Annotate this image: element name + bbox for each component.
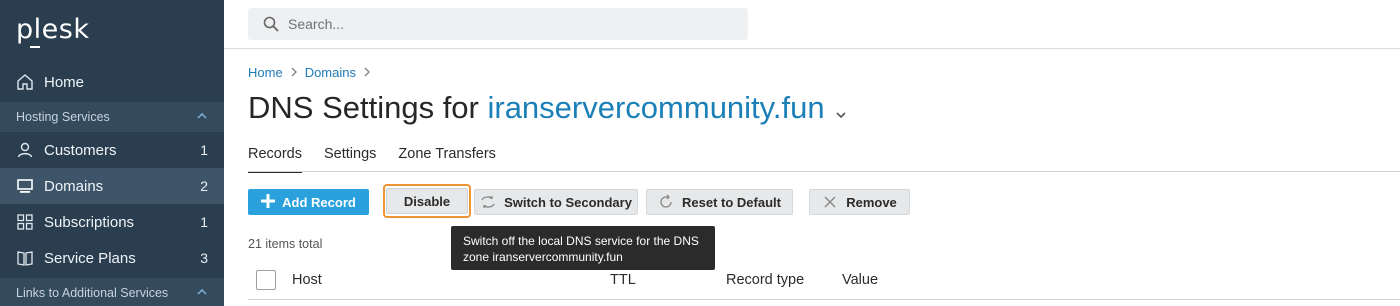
sidebar-item-customers[interactable]: Customers 1 — [0, 132, 224, 168]
chevron-up-icon — [196, 110, 208, 125]
add-record-button[interactable]: Add Record — [248, 189, 369, 215]
remove-button[interactable]: Remove — [809, 189, 910, 215]
grid-icon — [16, 213, 34, 231]
page-title: DNS Settings for iranservercommunity.fun — [248, 90, 847, 128]
sidebar-item-home[interactable]: Home — [0, 64, 224, 100]
sidebar: plesk Home Hosting Services Customers 1 … — [0, 0, 224, 306]
chevron-down-icon[interactable] — [835, 92, 847, 128]
sidebar-item-label: Home — [44, 73, 85, 91]
sidebar-item-subscriptions[interactable]: Subscriptions 1 — [0, 204, 224, 240]
add-record-label: Add Record — [282, 194, 356, 210]
column-header-ttl[interactable]: TTL — [610, 272, 636, 288]
plus-icon — [261, 192, 276, 212]
disable-label: Disable — [403, 193, 451, 209]
sidebar-item-count: 1 — [200, 142, 208, 158]
select-all-checkbox[interactable] — [256, 270, 276, 290]
domain-link[interactable]: iranservercommunity.fun — [487, 90, 824, 125]
plesk-logo[interactable]: plesk — [16, 14, 89, 45]
reset-icon — [658, 194, 674, 210]
tab-records[interactable]: Records — [248, 146, 302, 173]
tabs: Records Settings Zone Transfers — [248, 146, 518, 173]
section-label: Hosting Services — [16, 110, 110, 124]
sidebar-item-domains[interactable]: Domains 2 — [0, 168, 224, 204]
chevron-right-icon — [290, 66, 298, 80]
logo-underline — [30, 46, 40, 48]
sidebar-item-label: Service Plans — [44, 249, 136, 267]
chevron-up-icon — [196, 286, 208, 301]
search-input[interactable] — [288, 16, 728, 32]
reset-to-default-button[interactable]: Reset to Default — [646, 189, 793, 215]
switch-label: Switch to Secondary — [504, 194, 632, 210]
search-box[interactable] — [248, 8, 748, 40]
items-total: 21 items total — [248, 237, 323, 251]
switch-icon — [480, 194, 496, 210]
section-links-additional-services[interactable]: Links to Additional Services — [0, 278, 224, 306]
user-icon — [16, 141, 34, 159]
tabs-divider — [248, 171, 1400, 172]
search-icon — [262, 15, 280, 33]
sidebar-item-label: Customers — [44, 141, 117, 159]
sidebar-item-count: 2 — [200, 178, 208, 194]
breadcrumb: Home Domains — [248, 65, 378, 80]
reset-label: Reset to Default — [682, 194, 781, 210]
column-header-record-type[interactable]: Record type — [726, 272, 804, 288]
section-hosting-services[interactable]: Hosting Services — [0, 102, 224, 132]
sidebar-item-count: 1 — [200, 214, 208, 230]
home-icon — [16, 73, 34, 91]
sidebar-item-count: 3 — [200, 250, 208, 266]
tab-settings[interactable]: Settings — [324, 146, 376, 172]
sidebar-item-service-plans[interactable]: Service Plans 3 — [0, 240, 224, 276]
remove-label: Remove — [846, 194, 897, 210]
book-icon — [16, 249, 34, 267]
switch-to-secondary-button[interactable]: Switch to Secondary — [474, 189, 638, 215]
disable-button[interactable]: Disable — [386, 188, 468, 214]
section-label: Links to Additional Services — [16, 286, 169, 300]
sidebar-item-label: Domains — [44, 177, 104, 195]
topbar — [224, 0, 1400, 49]
monitor-icon — [16, 177, 34, 195]
close-icon — [822, 194, 838, 210]
breadcrumb-domains[interactable]: Domains — [305, 65, 356, 80]
tab-zone-transfers[interactable]: Zone Transfers — [398, 146, 496, 172]
breadcrumb-home[interactable]: Home — [248, 65, 283, 80]
table-header: Host TTL Record type Value — [248, 264, 1400, 300]
chevron-right-icon — [363, 66, 371, 80]
column-header-value[interactable]: Value — [842, 272, 878, 288]
sidebar-item-label: Subscriptions — [44, 213, 135, 231]
column-header-host[interactable]: Host — [292, 272, 322, 288]
page-title-prefix: DNS Settings for — [248, 90, 488, 125]
